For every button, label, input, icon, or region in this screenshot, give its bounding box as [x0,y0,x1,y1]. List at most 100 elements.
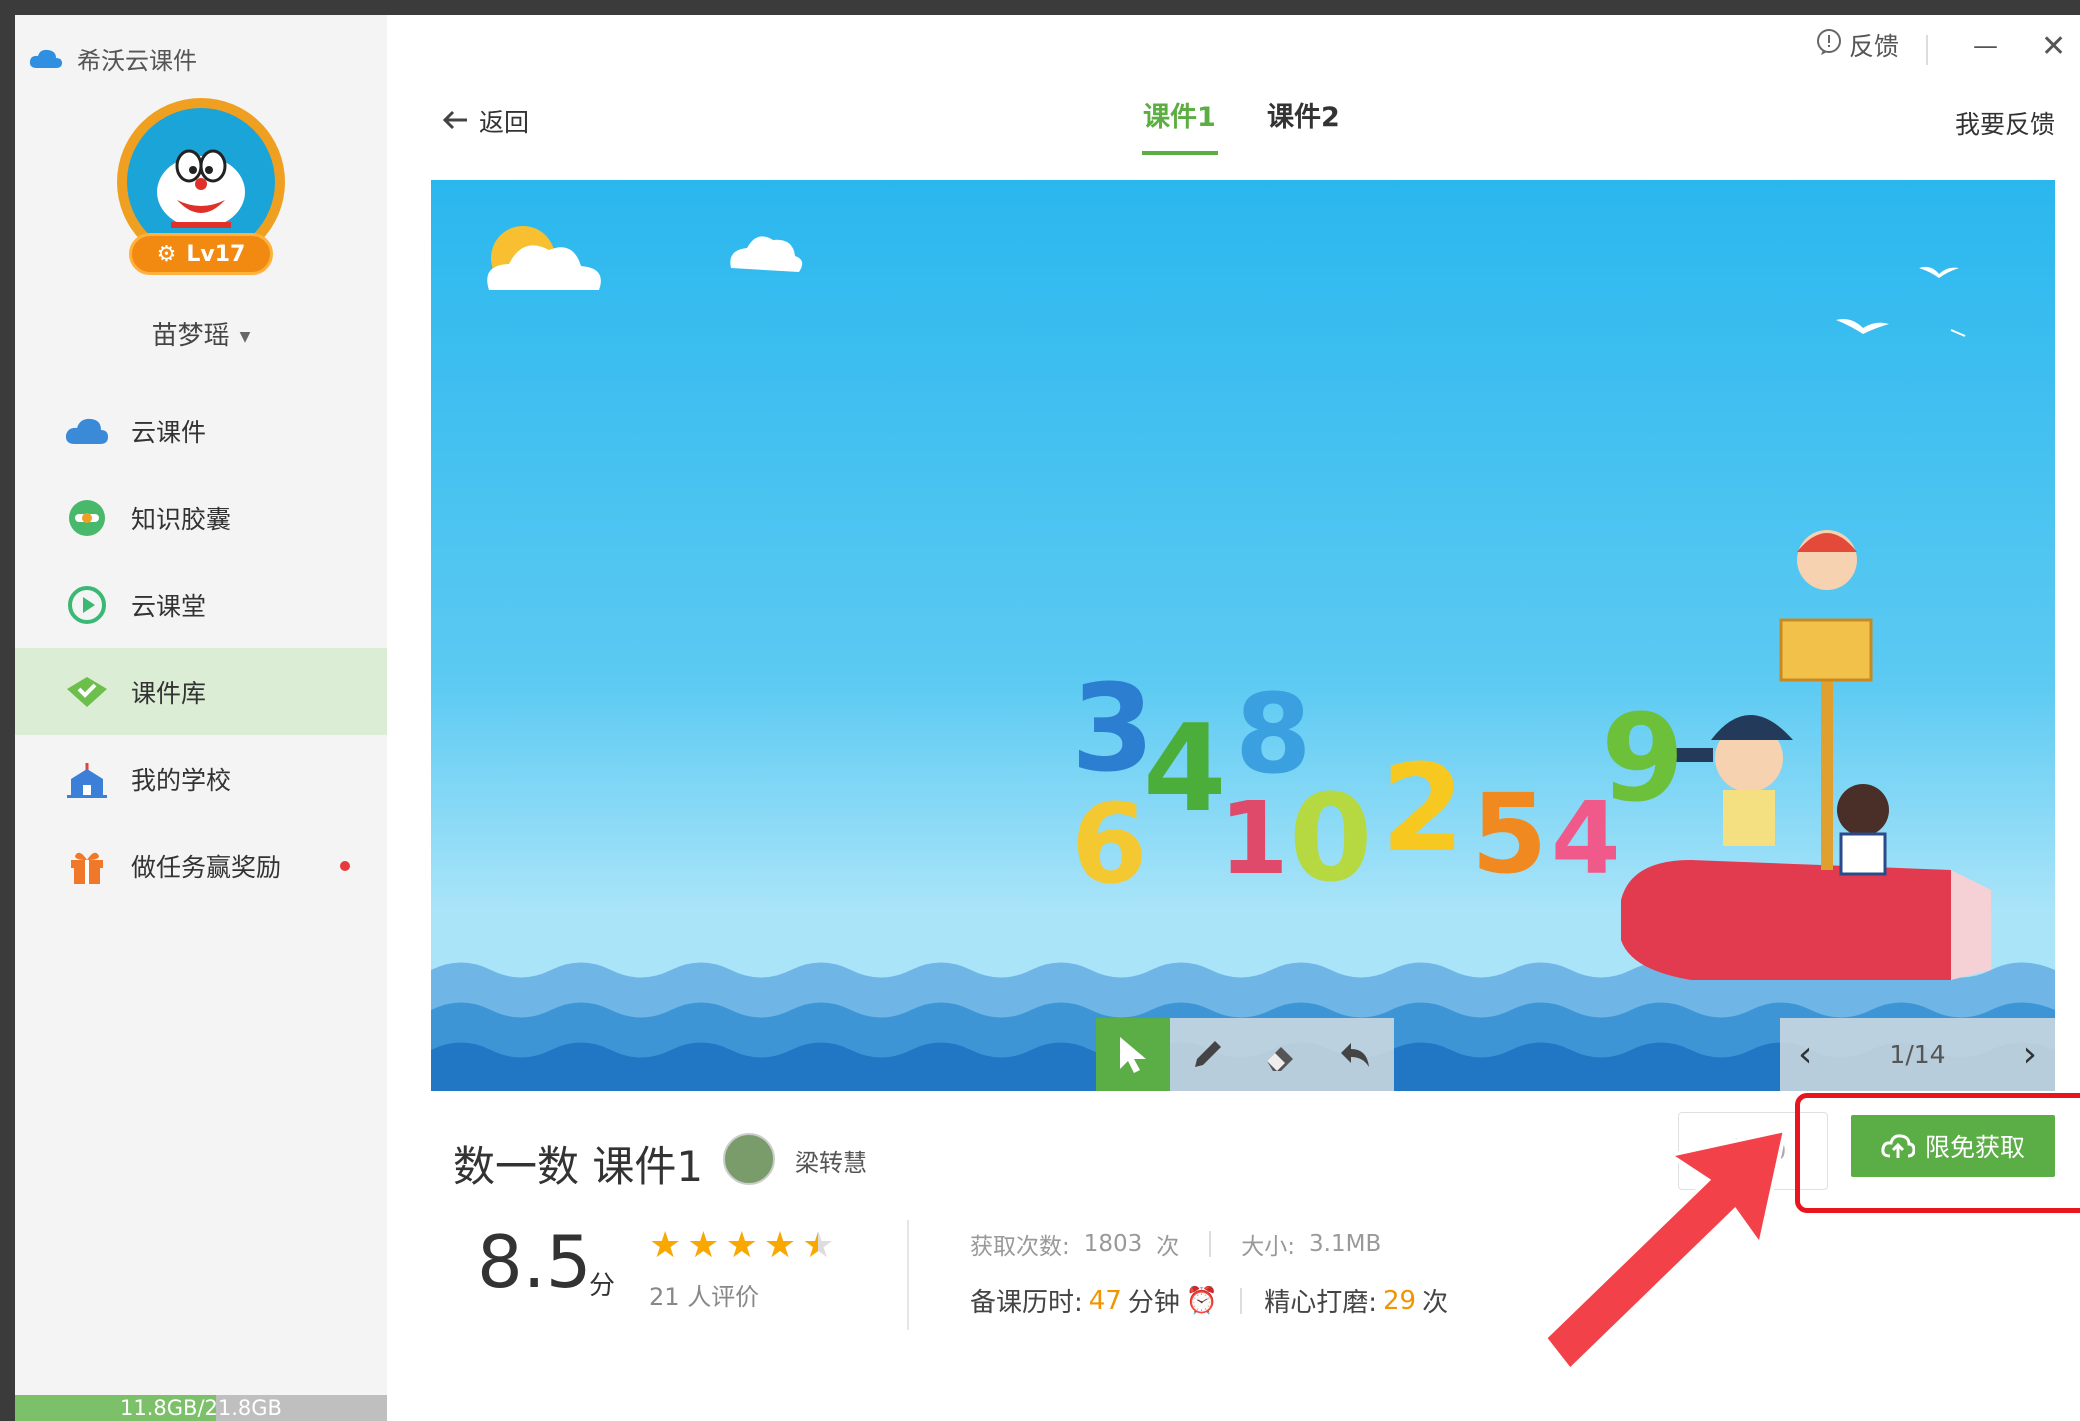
download-stats: 获取次数: 1803 次 大小: 3.1MB [970,1227,1381,1261]
chevron-right-icon[interactable]: › [2023,1034,2037,1075]
library-icon [65,670,109,714]
sidebar-nav: 云课件 知识胶囊 云课堂 课件库 我的学校 做任务赢奖励 [15,387,387,909]
stat-separator [1240,1287,1243,1314]
alarm-clock-icon: ⏰ [1185,1285,1219,1316]
pen-tool-button[interactable] [1170,1018,1244,1091]
caret-down-icon: ▼ [239,328,251,345]
title-divider [1926,35,1928,65]
play-circle-icon [65,583,109,627]
storage-usage-bar: 11.8GB/21.8GB [15,1395,387,1421]
rating-score: 8.5 [477,1220,592,1304]
undo-tool-button[interactable] [1318,1018,1392,1091]
active-tab-indicator [1142,151,1218,155]
author-name[interactable]: 梁转慧 [795,1143,867,1178]
slide-number: 5 [1471,770,1548,898]
back-label: 返回 [479,108,530,137]
gear-icon: ⚙ [156,241,177,267]
size-label: 大小: [1241,1234,1296,1260]
username-dropdown[interactable]: 苗梦瑶 ▼ [15,315,387,352]
prep-stats: 备课历时: 47 分钟 ⏰ 精心打磨: 29 次 [970,1282,1448,1319]
star-icon: ★ [725,1225,758,1266]
polish-value: 29 [1383,1285,1417,1316]
undo-icon [1341,1042,1369,1067]
app-cloud-logo-icon [29,49,62,68]
eraser-tool-button[interactable] [1244,1018,1318,1091]
doraemon-avatar-icon [157,149,245,228]
sidebar-item-label: 做任务赢奖励 [131,852,282,882]
app-title-bar: 希沃云课件 [29,41,197,76]
polish-unit: 次 [1422,1288,1449,1318]
close-icon: ✕ [2041,29,2067,64]
info-divider [907,1220,909,1330]
cloud-icon [65,409,109,453]
close-button[interactable]: ✕ [2041,29,2066,64]
slide-number: 1 [1219,780,1289,897]
downloads-value: 1803 [1083,1231,1143,1257]
raters-count: 21 人评价 [649,1277,759,1312]
app-title: 希沃云课件 [77,47,197,75]
feedback-button[interactable]: 反馈 [1815,27,1899,63]
storage-usage-text: 11.8GB/21.8GB [120,1396,282,1420]
sidebar-item-label: 云课件 [131,417,207,447]
capsule-icon [65,496,109,540]
slide-number: 3 [1071,660,1155,799]
courseware-title: 数一数 课件1 [453,1142,704,1191]
chevron-left-icon[interactable]: ‹ [1798,1034,1812,1075]
sidebar-item-tasks-rewards[interactable]: 做任务赢奖励 [15,822,387,909]
level-badge: ⚙ Lv17 [129,233,273,275]
slide-number: 6 [1071,780,1148,908]
highlight-box [1795,1093,2080,1213]
slide-preview: 3 4 8 6 1 0 2 5 4 9 ‹ 1/14 › [431,180,2055,1091]
gift-icon [65,844,109,888]
minimize-button[interactable]: — [1973,31,1998,60]
arrow-left-icon [442,107,469,136]
avatar[interactable]: ⚙ Lv17 [117,98,285,275]
pen-icon [1195,1040,1221,1067]
sidebar-item-my-school[interactable]: 我的学校 [15,735,387,822]
page-indicator: 1/14 [1889,1040,1946,1069]
minimize-icon: — [1973,31,1998,60]
sidebar-item-cloud-classroom[interactable]: 云课堂 [15,561,387,648]
back-button[interactable]: 返回 [442,103,530,139]
slide-illustration [431,226,2055,1091]
slide-pager: ‹ 1/14 › [1780,1018,2055,1091]
feedback-bubble-icon [1815,28,1843,62]
author-avatar[interactable] [723,1133,775,1185]
star-icon: ★ [649,1225,682,1266]
prep-label: 备课历时: [970,1288,1083,1318]
sidebar: 希沃云课件 ⚙ Lv17 苗梦瑶 ▼ 云课件 知识胶囊 云课堂 课件库 我的学校… [15,15,387,1421]
stat-separator [1209,1231,1212,1257]
half-star-icon: ★ [802,1225,835,1266]
slide-number: 9 [1601,690,1685,829]
polish-label: 精心打磨: [1264,1288,1378,1318]
eraser-icon [1267,1046,1293,1071]
rating-unit: 分 [589,1271,616,1301]
raters-label: 人评价 [687,1283,760,1311]
prep-value: 47 [1088,1285,1122,1316]
slide-number: 4 [1143,700,1227,839]
level-text: Lv17 [186,241,246,267]
sidebar-item-label: 云课堂 [131,591,207,621]
downloads-unit: 次 [1156,1234,1180,1260]
star-icon: ★ [687,1225,720,1266]
tab-courseware-2[interactable]: 课件2 [1267,95,1340,134]
sidebar-item-label: 知识胶囊 [131,504,232,534]
raters-number: 21 [649,1283,680,1311]
sidebar-item-cloud-courseware[interactable]: 云课件 [15,387,387,474]
sidebar-item-label: 我的学校 [131,765,232,795]
cursor-arrow-icon [1120,1036,1146,1073]
notification-dot [340,861,350,871]
pointer-tool-button[interactable] [1096,1018,1170,1091]
sidebar-item-courseware-library[interactable]: 课件库 [15,648,387,735]
username: 苗梦瑶 [151,321,230,351]
report-feedback-link[interactable]: 我要反馈 [1955,105,2055,141]
slide-number: 0 [1289,770,1373,909]
downloads-label: 获取次数: [970,1234,1070,1260]
tab-courseware-1[interactable]: 课件1 [1143,95,1216,134]
feedback-label: 反馈 [1849,32,1900,61]
sidebar-item-knowledge-capsule[interactable]: 知识胶囊 [15,474,387,561]
sidebar-item-label: 课件库 [131,678,207,708]
slide-number: 2 [1381,740,1465,879]
rating-stars: ★ ★ ★ ★ ★ [649,1225,834,1266]
size-value: 3.1MB [1309,1231,1382,1257]
